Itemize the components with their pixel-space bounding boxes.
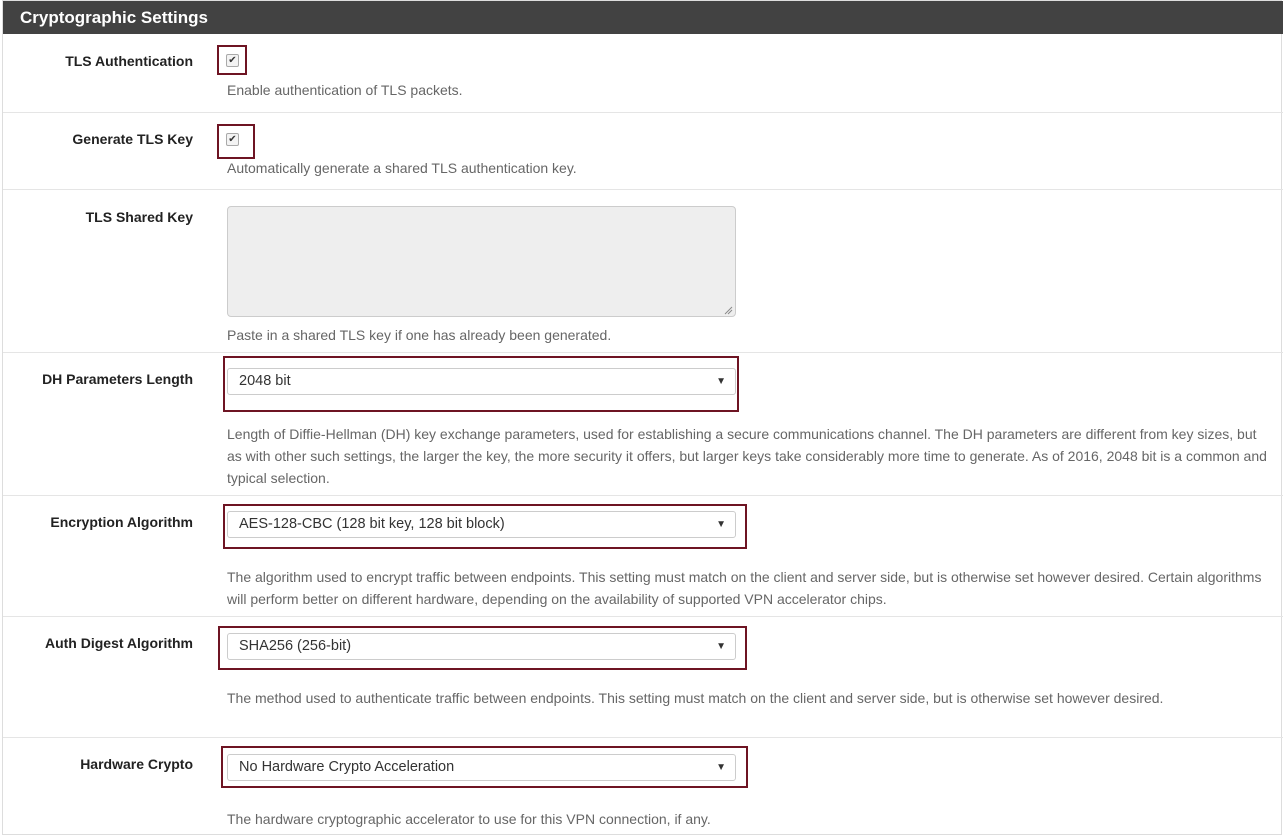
dh-parameters-length-help: Length of Diffie-Hellman (DH) key exchan… (227, 426, 1267, 486)
hardware-crypto-value: No Hardware Crypto Acceleration (239, 759, 455, 775)
encryption-algorithm-select[interactable]: AES-128-CBC (128 bit key, 128 bit block)… (227, 511, 736, 538)
encryption-algorithm-help: The algorithm used to encrypt traffic be… (227, 569, 1262, 607)
resize-grip-icon[interactable] (724, 306, 733, 315)
caret-down-icon: ▼ (716, 762, 726, 773)
generate-tls-key-help: Automatically generate a shared TLS auth… (227, 160, 577, 176)
auth-digest-algorithm-label: Auth Digest Algorithm (44, 635, 193, 651)
dh-parameters-length-label: DH Parameters Length (42, 371, 193, 387)
hardware-crypto-help: The hardware cryptographic accelerator t… (227, 811, 711, 827)
caret-down-icon: ▼ (716, 519, 726, 530)
encryption-algorithm-label: Encryption Algorithm (50, 514, 193, 530)
tls-shared-key-label: TLS Shared Key (85, 209, 193, 225)
row-encryption-algorithm: Encryption Algorithm AES-128-CBC (128 bi… (3, 495, 1283, 616)
row-tls-shared-key: TLS Shared Key Paste in a shared TLS key… (3, 189, 1283, 352)
tls-authentication-label: TLS Authentication (65, 53, 193, 69)
caret-down-icon: ▼ (716, 376, 726, 387)
row-tls-authentication: TLS Authentication ✔ Enable authenticati… (3, 34, 1283, 112)
tls-authentication-help: Enable authentication of TLS packets. (227, 82, 463, 98)
encryption-algorithm-value: AES-128-CBC (128 bit key, 128 bit block) (239, 516, 505, 532)
dh-parameters-length-select[interactable]: 2048 bit ▼ (227, 368, 736, 395)
row-auth-digest-algorithm: Auth Digest Algorithm SHA256 (256-bit) ▼… (3, 616, 1283, 737)
cryptographic-settings-panel: Cryptographic Settings TLS Authenticatio… (2, 0, 1283, 836)
panel-title: Cryptographic Settings (3, 1, 1283, 34)
hardware-crypto-select[interactable]: No Hardware Crypto Acceleration ▼ (227, 754, 736, 781)
dh-parameters-length-value: 2048 bit (239, 373, 291, 389)
generate-tls-key-checkbox[interactable]: ✔ (226, 133, 239, 146)
check-icon: ✔ (228, 134, 237, 145)
hardware-crypto-label: Hardware Crypto (80, 756, 193, 772)
check-icon: ✔ (228, 55, 237, 66)
auth-digest-algorithm-select[interactable]: SHA256 (256-bit) ▼ (227, 633, 736, 660)
tls-authentication-checkbox[interactable]: ✔ (226, 54, 239, 67)
row-generate-tls-key: Generate TLS Key ✔ Automatically generat… (3, 112, 1283, 189)
row-hardware-crypto: Hardware Crypto No Hardware Crypto Accel… (3, 737, 1283, 836)
tls-shared-key-help: Paste in a shared TLS key if one has alr… (227, 327, 612, 343)
auth-digest-algorithm-help: The method used to authenticate traffic … (227, 690, 1164, 706)
caret-down-icon: ▼ (716, 641, 726, 652)
generate-tls-key-label: Generate TLS Key (72, 131, 193, 147)
tls-shared-key-textarea[interactable] (227, 206, 736, 317)
row-dh-parameters-length: DH Parameters Length 2048 bit ▼ Length o… (3, 352, 1283, 495)
auth-digest-algorithm-value: SHA256 (256-bit) (239, 638, 352, 654)
